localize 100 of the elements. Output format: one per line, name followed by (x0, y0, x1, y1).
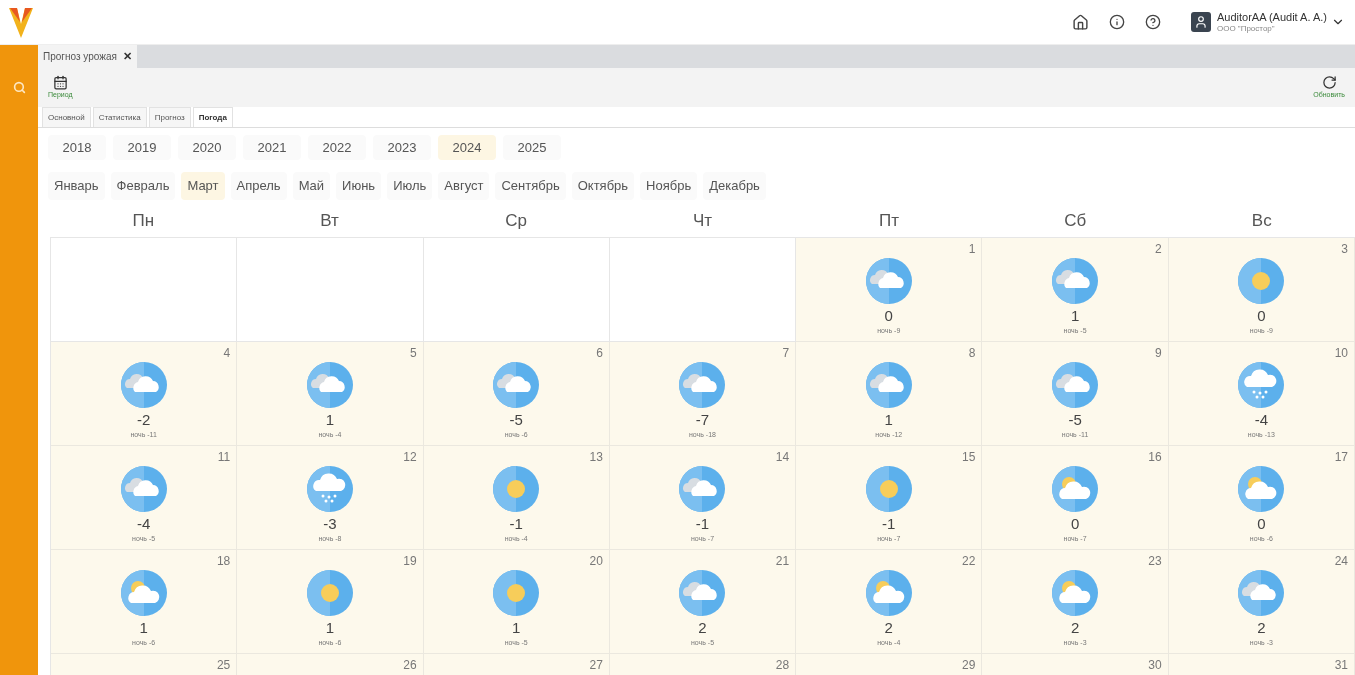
day-number: 27 (589, 657, 604, 674)
day-number: 24 (1334, 553, 1349, 570)
month-button[interactable]: Июнь (336, 172, 382, 200)
day-number: 4 (223, 345, 232, 362)
month-button[interactable]: Декабрь (703, 172, 766, 200)
cloud-icon (1052, 362, 1099, 408)
month-button[interactable]: Ноябрь (640, 172, 698, 200)
day-temperature: 2 (1070, 618, 1080, 638)
cloud-icon (679, 570, 726, 616)
day-temperature: 1 (325, 618, 335, 638)
day-number: 25 (216, 657, 232, 674)
day-number: 11 (217, 449, 232, 466)
month-button[interactable]: Апрель (230, 172, 287, 200)
day-temperature: -5 (509, 410, 523, 430)
day-number: 2 (1155, 241, 1163, 258)
year-button[interactable]: 2021 (243, 135, 301, 160)
day-number: 31 (1334, 657, 1349, 674)
snow-cloud-icon (306, 466, 353, 512)
day-number: 10 (1334, 345, 1349, 362)
year-button[interactable]: 2018 (48, 135, 106, 160)
day-temperature: -2 (136, 410, 151, 430)
cloud-icon (120, 466, 167, 512)
day-number: 18 (216, 553, 232, 570)
day-temperature: -7 (695, 410, 710, 430)
day-temperature: 1 (884, 410, 893, 430)
day-number: 29 (962, 657, 977, 674)
year-button[interactable]: 2020 (178, 135, 236, 160)
weekday-header: Ср (505, 209, 527, 232)
day-temperature: 1 (512, 618, 521, 638)
cloud-icon (120, 362, 167, 408)
snow-cloud-icon (1238, 362, 1285, 408)
day-temperature: 0 (1257, 514, 1266, 534)
day-number: 19 (403, 553, 418, 570)
sun-icon (865, 466, 912, 512)
day-number: 30 (1148, 657, 1163, 674)
refresh-icon (1321, 74, 1337, 90)
cloud-icon (1052, 258, 1099, 304)
month-button[interactable]: Март (181, 172, 225, 200)
day-number: 26 (403, 657, 418, 674)
day-number: 1 (968, 241, 977, 258)
weekday-header: Вт (320, 209, 339, 232)
cloud-icon (493, 362, 540, 408)
month-button[interactable]: Октябрь (571, 172, 635, 200)
day-number: 5 (409, 345, 418, 362)
sun-icon (306, 570, 353, 616)
day-number: 17 (1334, 449, 1349, 466)
help-icon[interactable] (1144, 14, 1161, 30)
calendar-icon (52, 74, 68, 90)
day-temperature: -1 (509, 514, 523, 534)
day-temperature: 2 (884, 618, 893, 638)
day-number: 28 (775, 657, 791, 674)
cloud-icon (306, 362, 353, 408)
day-temperature: -4 (1254, 410, 1268, 430)
month-button[interactable]: Февраль (110, 172, 176, 200)
day-temperature: 1 (1070, 306, 1080, 326)
year-button[interactable]: 2025 (503, 135, 561, 160)
day-temperature: 2 (1257, 618, 1266, 638)
weekday-header: Пн (132, 209, 154, 232)
year-button[interactable]: 2024 (438, 135, 496, 160)
tab[interactable]: Погода (192, 107, 233, 127)
day-temperature: -1 (882, 514, 896, 534)
day-number: 21 (775, 553, 791, 570)
day-temperature: 1 (325, 410, 335, 430)
day-number: 6 (596, 345, 604, 362)
year-button[interactable]: 2019 (113, 135, 171, 160)
sun-icon (493, 466, 540, 512)
year-button[interactable]: 2023 (373, 135, 431, 160)
sun-icon (493, 570, 540, 616)
day-number: 22 (962, 553, 977, 570)
tab[interactable]: Статистика (92, 107, 147, 127)
user-name[interactable]: AuditorAA (Audit A. A.) (1216, 11, 1327, 23)
weekday-header: Вс (1251, 209, 1272, 232)
month-button[interactable]: Январь (48, 172, 105, 200)
day-number: 14 (775, 449, 791, 466)
day-temperature: 0 (1070, 514, 1080, 534)
weekday-header: Сб (1064, 209, 1087, 232)
sun-cloud-icon (1238, 466, 1285, 512)
sun-cloud-icon (120, 570, 167, 616)
close-icon[interactable]: ✕ (122, 48, 132, 65)
info-icon[interactable] (1108, 14, 1125, 30)
document-tab[interactable]: Прогноз урожая ✕ (38, 45, 137, 68)
home-icon[interactable] (1071, 13, 1089, 31)
sun-cloud-icon (1052, 466, 1099, 512)
month-button[interactable]: Август (438, 172, 490, 200)
tab[interactable]: Прогноз (148, 107, 191, 127)
day-number: 3 (1341, 241, 1349, 258)
sun-cloud-icon (865, 570, 912, 616)
month-button[interactable]: Май (292, 172, 331, 200)
cloud-icon (679, 466, 726, 512)
month-button[interactable]: Июль (387, 172, 433, 200)
tab[interactable]: Основной (42, 107, 91, 127)
day-temperature: -4 (136, 514, 151, 534)
user-organization: ООО "Простор" (1216, 24, 1276, 33)
month-button[interactable]: Сентябрь (495, 172, 566, 200)
day-number: 16 (1148, 449, 1163, 466)
year-button[interactable]: 2022 (308, 135, 366, 160)
day-temperature: 2 (698, 618, 707, 638)
weekday-header: Пт (878, 209, 899, 232)
sun-icon (1238, 258, 1285, 304)
day-number: 12 (403, 449, 418, 466)
